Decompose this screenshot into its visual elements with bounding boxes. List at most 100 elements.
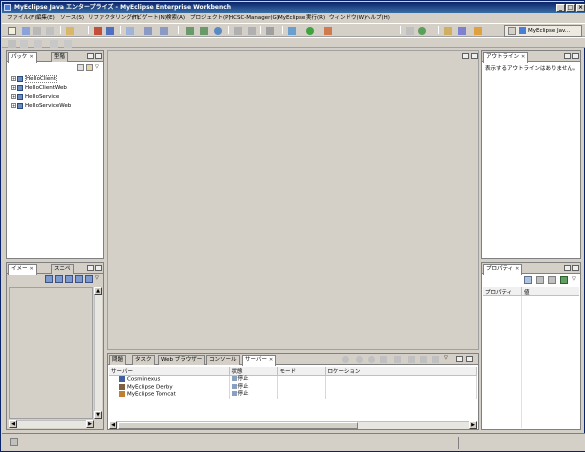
advanced-icon[interactable] xyxy=(536,276,544,284)
minimize-button[interactable]: _ xyxy=(556,4,565,12)
zoom-fit-icon[interactable] xyxy=(65,275,73,283)
restore-default-icon[interactable] xyxy=(560,276,568,284)
toggle-icon[interactable] xyxy=(8,40,16,48)
close-icon[interactable]: ✕ xyxy=(30,54,34,60)
globe-icon[interactable] xyxy=(214,27,222,35)
maximize-button[interactable]: □ xyxy=(566,4,575,12)
deploy-server-icon[interactable] xyxy=(200,27,208,35)
scroll-left-icon[interactable]: ◀ xyxy=(9,420,17,428)
close-icon[interactable]: ✕ xyxy=(515,266,519,272)
bug-icon[interactable] xyxy=(288,27,296,35)
link-editor-icon[interactable] xyxy=(86,64,93,71)
start-server-icon[interactable] xyxy=(356,356,363,363)
menu-navigate[interactable]: ナビゲート(N) xyxy=(130,14,168,22)
open-file-icon[interactable] xyxy=(160,27,168,35)
horizontal-scrollbar[interactable]: ◀ ▶ xyxy=(109,421,477,429)
maximize-icon[interactable] xyxy=(572,53,579,59)
view-menu-icon[interactable]: ▽ xyxy=(95,275,99,281)
menu-file[interactable]: ファイル(F) xyxy=(6,14,37,22)
table-row[interactable]: MyEclipse Tomcat 停止 xyxy=(109,391,477,399)
new-project-icon[interactable] xyxy=(66,27,74,35)
open-perspective-icon[interactable] xyxy=(508,27,516,35)
properties-icon[interactable] xyxy=(432,356,439,363)
scroll-thumb[interactable] xyxy=(118,422,358,429)
web-icon[interactable] xyxy=(144,27,152,35)
stop-server-icon[interactable] xyxy=(380,356,387,363)
table-row[interactable]: MyEclipse Derby 停止 xyxy=(109,383,477,391)
menu-search[interactable]: 検索(A) xyxy=(165,14,186,22)
tree-item-helloservice[interactable]: + HelloService xyxy=(11,93,59,101)
maximize-icon[interactable] xyxy=(471,53,478,59)
col-server[interactable]: サーバー xyxy=(109,367,230,376)
tab-properties[interactable]: プロパティ ✕ xyxy=(483,264,523,275)
close-icon[interactable]: ✕ xyxy=(30,266,34,272)
table-row[interactable]: Cosminexus 停止 xyxy=(109,375,477,384)
external-tools-icon[interactable] xyxy=(324,27,332,35)
expand-icon[interactable]: + xyxy=(11,103,16,108)
menu-myeclipse[interactable]: MyEclipse xyxy=(277,14,306,22)
tab-image-preview[interactable]: イメー ✕ xyxy=(8,264,37,275)
back-icon[interactable] xyxy=(458,27,466,35)
menu-hcsc[interactable]: HCSC-Manager(G) xyxy=(228,14,280,22)
maximize-icon[interactable] xyxy=(95,53,102,59)
perspective-switcher[interactable]: MyEclipse Jav... xyxy=(504,25,582,37)
grid-icon[interactable] xyxy=(406,27,414,35)
minimize-icon[interactable] xyxy=(564,53,571,59)
view-menu-icon[interactable]: ▽ xyxy=(444,355,448,361)
task-icon[interactable] xyxy=(266,27,274,35)
menu-source[interactable]: ソース(S) xyxy=(59,14,85,22)
restart-icon[interactable] xyxy=(408,356,415,363)
tree-item-helloserviceweb[interactable]: + HelloServiceWeb xyxy=(11,102,71,110)
maximize-icon[interactable] xyxy=(572,265,579,271)
tree-item-helloclientweb[interactable]: + HelloClientWeb xyxy=(11,84,67,92)
expand-icon[interactable]: + xyxy=(11,76,16,81)
expand-icon[interactable]: + xyxy=(11,94,16,99)
fit-height-icon[interactable] xyxy=(85,275,93,283)
editor-area[interactable] xyxy=(107,50,479,350)
scroll-left-icon[interactable]: ◀ xyxy=(109,421,117,429)
col-location[interactable]: ロケーション xyxy=(325,367,477,376)
col-state[interactable]: 状態 xyxy=(229,367,278,376)
fast-view-icon[interactable] xyxy=(10,438,18,446)
zoom-in-icon[interactable] xyxy=(45,275,53,283)
menu-edit[interactable]: 編集(E) xyxy=(35,14,56,22)
tab-snippets[interactable]: スニペ xyxy=(51,264,74,274)
next-icon[interactable] xyxy=(64,40,72,48)
minimize-icon[interactable] xyxy=(87,53,94,59)
menu-project[interactable]: プロジェクト(P) xyxy=(189,14,232,22)
forward-icon[interactable] xyxy=(474,27,482,35)
debug-server-icon[interactable] xyxy=(342,356,349,363)
minimize-icon[interactable] xyxy=(87,265,94,271)
tab-tasks[interactable]: タスク xyxy=(132,355,155,365)
scroll-right-icon[interactable]: ▶ xyxy=(469,421,477,429)
close-icon[interactable]: ✕ xyxy=(521,54,525,60)
mark-icon[interactable] xyxy=(20,40,28,48)
debug-icon[interactable] xyxy=(94,27,102,35)
fit-width-icon[interactable] xyxy=(75,275,83,283)
minimize-icon[interactable] xyxy=(564,265,571,271)
maximize-icon[interactable] xyxy=(95,265,102,271)
save-icon[interactable] xyxy=(22,27,30,35)
tab-console[interactable]: コンソール xyxy=(206,355,240,365)
vertical-scrollbar[interactable]: ▲ ▼ xyxy=(94,287,102,419)
tab-web-browser[interactable]: Web ブラウザー xyxy=(158,355,206,365)
save-all-icon[interactable] xyxy=(33,27,41,35)
copy-icon[interactable] xyxy=(248,27,256,35)
tab-package-explorer[interactable]: パッケ ✕ xyxy=(8,52,37,63)
tab-problems[interactable]: 問題 xyxy=(109,355,127,365)
col-mode[interactable]: モード xyxy=(277,367,326,376)
print-icon[interactable] xyxy=(46,27,54,35)
view-menu-icon[interactable]: ▽ xyxy=(572,276,576,282)
zoom-out-icon[interactable] xyxy=(55,275,63,283)
close-button[interactable]: × xyxy=(576,4,585,12)
scroll-up-icon[interactable]: ▲ xyxy=(94,287,102,295)
expand-icon[interactable]: + xyxy=(11,85,16,90)
scroll-right-icon[interactable]: ▶ xyxy=(86,420,94,428)
new-icon[interactable] xyxy=(8,27,16,35)
open-type-icon[interactable] xyxy=(126,27,134,35)
publish-icon[interactable] xyxy=(394,356,401,363)
delete-icon[interactable] xyxy=(420,356,427,363)
collapse-all-icon[interactable] xyxy=(77,64,84,71)
server-icon[interactable] xyxy=(186,27,194,35)
maximize-icon[interactable] xyxy=(466,356,473,362)
